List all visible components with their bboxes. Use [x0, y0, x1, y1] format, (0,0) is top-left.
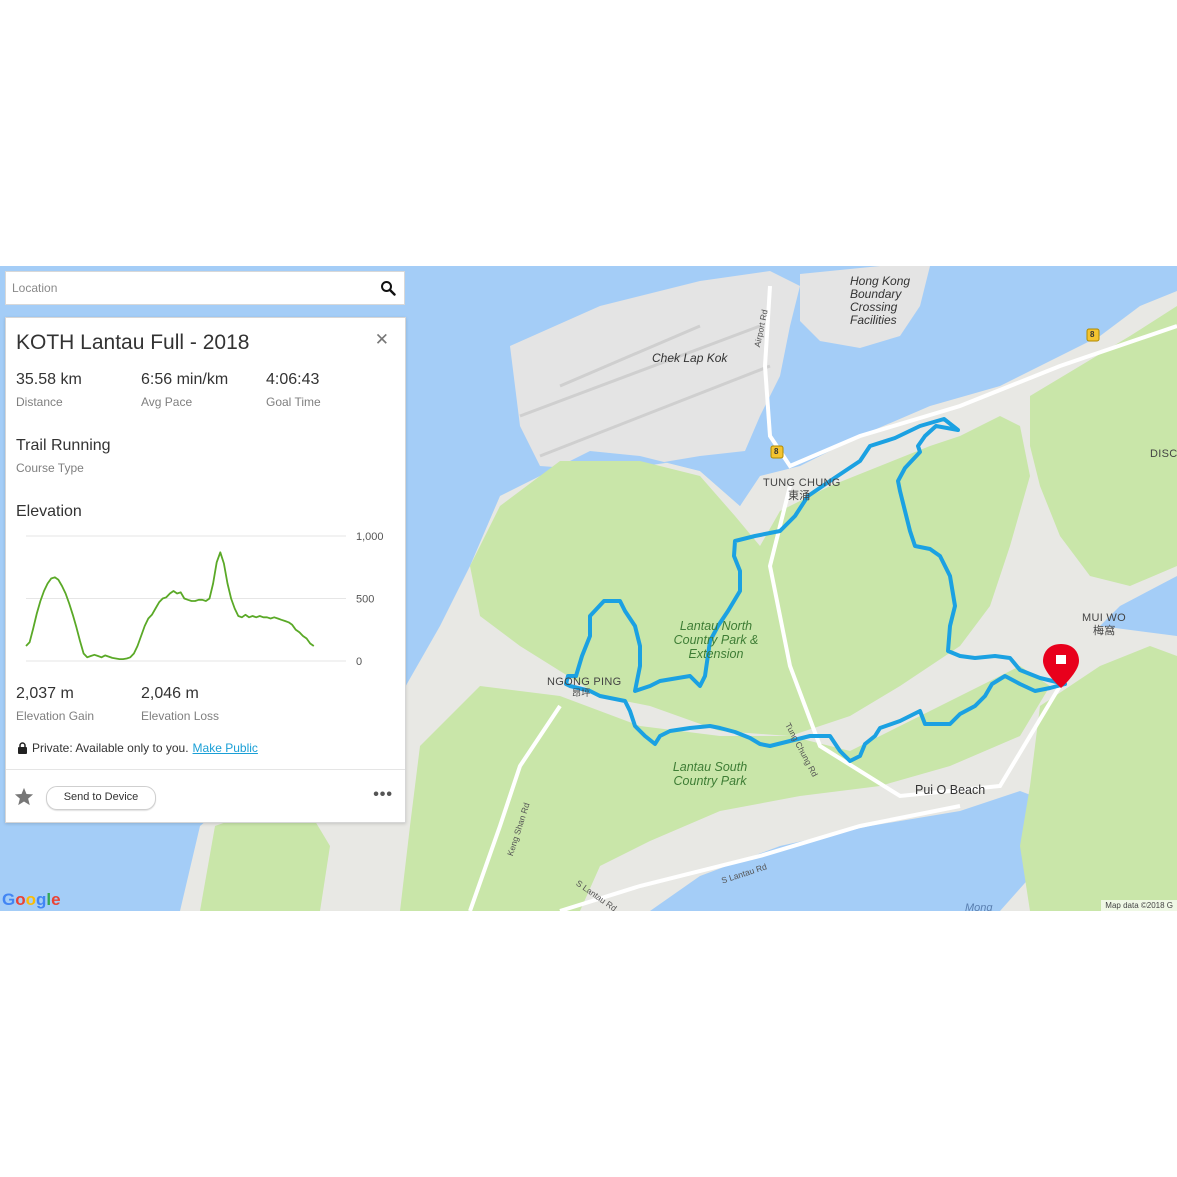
- stat-elevation-gain-label: Elevation Gain: [16, 709, 95, 723]
- elevation-heading: Elevation: [16, 503, 82, 520]
- stat-elevation-loss: 2,046 m Elevation Loss: [141, 685, 219, 723]
- course-panel: KOTH Lantau Full - 2018 ✕ 35.58 km Dista…: [5, 317, 406, 823]
- stat-elevation-gain: 2,037 m Elevation Gain: [16, 685, 94, 723]
- elevation-tick-label: 1,000: [356, 531, 384, 543]
- send-to-device-button[interactable]: Send to Device: [46, 786, 156, 810]
- lock-icon: [18, 742, 27, 754]
- stat-distance: 35.58 km Distance: [16, 371, 82, 409]
- stat-avg-pace-label: Avg Pace: [141, 395, 193, 409]
- label-route-8-a: 8: [774, 447, 779, 456]
- label-lantau-north-park: Lantau North Country Park & Extension: [673, 619, 759, 661]
- divider: [6, 769, 405, 770]
- label-mui-wo: MUI WO: [1082, 612, 1126, 624]
- elevation-chart-ticks: 1,000 500 0: [356, 531, 384, 668]
- privacy-row: Private: Available only to you. Make Pub…: [17, 741, 258, 755]
- star-icon[interactable]: [14, 787, 34, 806]
- stat-elevation-loss-value: 2,046 m: [141, 685, 199, 702]
- stat-goal-time: 4:06:43 Goal Time: [266, 371, 321, 409]
- make-public-link[interactable]: Make Public: [193, 741, 258, 755]
- label-lantau-south-park: Lantau South Country Park: [672, 760, 748, 788]
- stat-avg-pace-value: 6:56 min/km: [141, 371, 229, 388]
- close-icon[interactable]: ✕: [375, 331, 389, 348]
- elevation-tick-label: 500: [356, 594, 374, 606]
- course-type-label: Course Type: [16, 461, 84, 475]
- stat-goal-time-value: 4:06:43: [266, 371, 320, 388]
- label-chek-lap-kok: Chek Lap Kok: [652, 351, 728, 365]
- elevation-line: [25, 551, 315, 660]
- stat-goal-time-label: Goal Time: [266, 395, 321, 409]
- label-ngong-ping-cn: 昂坪: [572, 688, 591, 698]
- more-options-icon[interactable]: •••: [373, 786, 393, 804]
- label-mong: Mong: [965, 902, 993, 911]
- label-tung-chung-cn: 東涌: [788, 490, 811, 502]
- label-route-8-b: 8: [1090, 330, 1095, 339]
- label-disc: DISC: [1150, 448, 1177, 460]
- search-icon[interactable]: [380, 280, 396, 296]
- stat-elevation-gain-value: 2,037 m: [16, 685, 74, 702]
- label-mui-wo-cn: 梅窩: [1093, 625, 1116, 637]
- course-type-value: Trail Running: [16, 437, 111, 454]
- stat-elevation-loss-label: Elevation Loss: [141, 709, 220, 723]
- label-boundary-crossing: Hong Kong Boundary Crossing Facilities: [850, 274, 911, 327]
- label-tung-chung: TUNG CHUNG: [763, 477, 841, 489]
- label-pui-o-beach: Pui O Beach: [915, 783, 986, 797]
- location-search-box: [5, 271, 405, 305]
- elevation-chart[interactable]: 1,000 500 0: [16, 526, 401, 672]
- course-type: Trail Running Course Type: [16, 437, 111, 475]
- course-title: KOTH Lantau Full - 2018: [16, 331, 250, 354]
- privacy-text: Private: Available only to you.: [32, 741, 189, 755]
- stat-distance-value: 35.58 km: [16, 371, 82, 388]
- stat-distance-label: Distance: [16, 395, 63, 409]
- map-data-attribution[interactable]: Map data ©2018 G: [1101, 900, 1177, 911]
- google-logo: Google: [2, 890, 61, 909]
- stat-avg-pace: 6:56 min/km Avg Pace: [141, 371, 228, 409]
- location-search-input[interactable]: [6, 272, 378, 304]
- elevation-tick-label: 0: [356, 656, 362, 668]
